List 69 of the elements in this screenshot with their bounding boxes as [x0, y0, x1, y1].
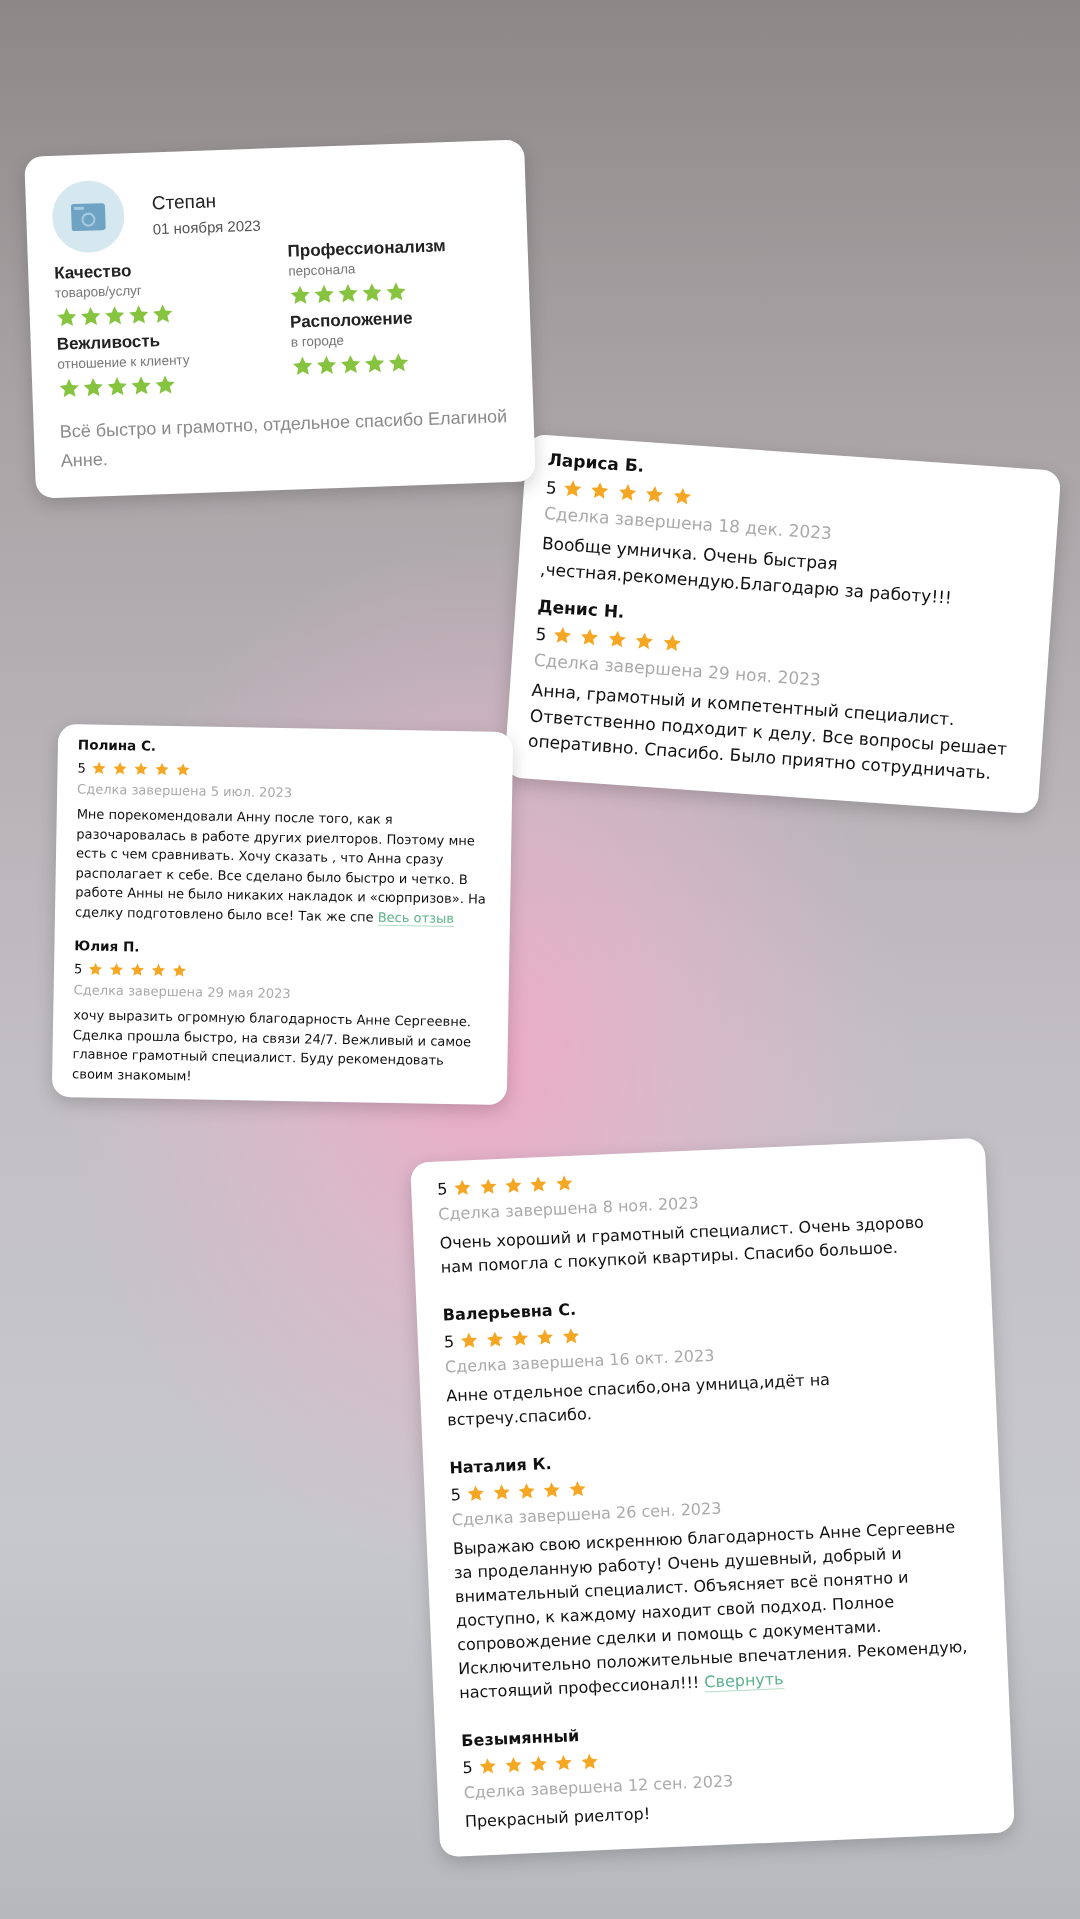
rating-score: 5: [450, 1485, 462, 1505]
author-name: Наталия К.: [449, 1454, 552, 1478]
criterion-title: Качество: [53, 260, 133, 284]
author-name: Полина С.: [77, 736, 157, 754]
criterion-subtitle: товаров/услуг: [54, 281, 144, 301]
criterion-title: Профессионализм: [287, 235, 448, 262]
star-icon: [478, 1177, 498, 1197]
deal-date: Сделка завершена 5 июл. 2023: [77, 781, 293, 801]
star-icon: [339, 353, 362, 376]
review-date: 01 ноября 2023: [152, 216, 262, 237]
rating-score: 5: [443, 1332, 455, 1352]
rating-score: 5: [436, 1179, 448, 1199]
star-icon: [112, 761, 128, 777]
review-text: Всё быстро и грамотно, отдельное спасибо Елагиной Анне.: [59, 405, 509, 473]
star-icon: [606, 629, 628, 650]
star-icon: [567, 1479, 588, 1499]
star-icon: [360, 281, 384, 305]
criterion-title: Расположение: [289, 307, 414, 333]
star-icon: [336, 282, 360, 305]
star-icon: [453, 1178, 473, 1198]
star-icon: [151, 302, 175, 326]
star-icon: [312, 283, 336, 306]
author-name: Валерьевна С.: [442, 1299, 577, 1325]
star-icon: [529, 1754, 549, 1774]
review-link[interactable]: Свернуть: [703, 1669, 784, 1693]
review-link[interactable]: Весь отзыв: [377, 909, 455, 927]
author-name: Безымянный: [460, 1726, 580, 1751]
rating-score: 5: [462, 1757, 474, 1778]
star-icon: [466, 1484, 486, 1504]
author-name: Денис Н.: [536, 595, 626, 622]
star-icon: [579, 627, 601, 648]
star-icon: [579, 1752, 599, 1772]
star-icon: [384, 280, 408, 304]
criterion-subtitle: персонала: [288, 260, 357, 279]
star-icon: [133, 761, 149, 777]
star-icon: [81, 376, 105, 399]
review-text: Прекрасный риелтор!: [464, 1803, 652, 1834]
star-icon: [485, 1330, 505, 1350]
review-text: Мне порекомендовали Анну после того, как я разочаровалась в работе других риелторов. Поэтому мне есть с чем сравнивать. Хочу сказать , что Анна сразу располагает к себе. Все сделано было быстро и четко. В работе Анны не было никаких накладок и «сюрпризов». На сделку подготовлено было все! Так же спе Весь отзыв: [74, 805, 487, 929]
rating-score: 5: [535, 623, 548, 645]
star-icon: [510, 1329, 530, 1349]
star-icon: [535, 1328, 555, 1348]
star-icon: [109, 962, 125, 978]
star-icon: [171, 963, 188, 979]
star-icon: [554, 1753, 574, 1773]
criterion-subtitle: в городе: [290, 331, 346, 350]
camera-icon: [69, 200, 107, 234]
star-icon: [91, 760, 107, 776]
star-icon: [57, 377, 81, 400]
star-icon: [88, 961, 104, 977]
author-name: Лариса Б.: [547, 449, 645, 476]
star-icon: [291, 354, 315, 378]
deal-date: Сделка завершена 29 мая 2023: [73, 982, 291, 1002]
star-icon: [661, 632, 683, 654]
rating-score: 5: [545, 477, 558, 498]
author-name: Юлия П.: [74, 937, 140, 955]
review-text: хочу выразить огромную благодарность Анне Сергеевне. Сделка прошла быстро, на связи 24/7. Вежливый и самое главное грамотный специалист. Буду рекомендовать своим знакомым!: [72, 1006, 473, 1085]
author-name: Степан: [151, 188, 218, 214]
star-icon: [130, 962, 146, 978]
rating-score: 5: [77, 760, 86, 776]
star-icon: [150, 962, 167, 978]
star-icon: [175, 762, 191, 778]
star-icon: [561, 1326, 581, 1347]
star-icon: [634, 631, 656, 652]
rating-score: 5: [73, 961, 83, 977]
star-icon: [154, 761, 170, 777]
star-icon: [315, 354, 339, 377]
star-icon: [491, 1483, 511, 1503]
star-icon: [55, 306, 79, 329]
